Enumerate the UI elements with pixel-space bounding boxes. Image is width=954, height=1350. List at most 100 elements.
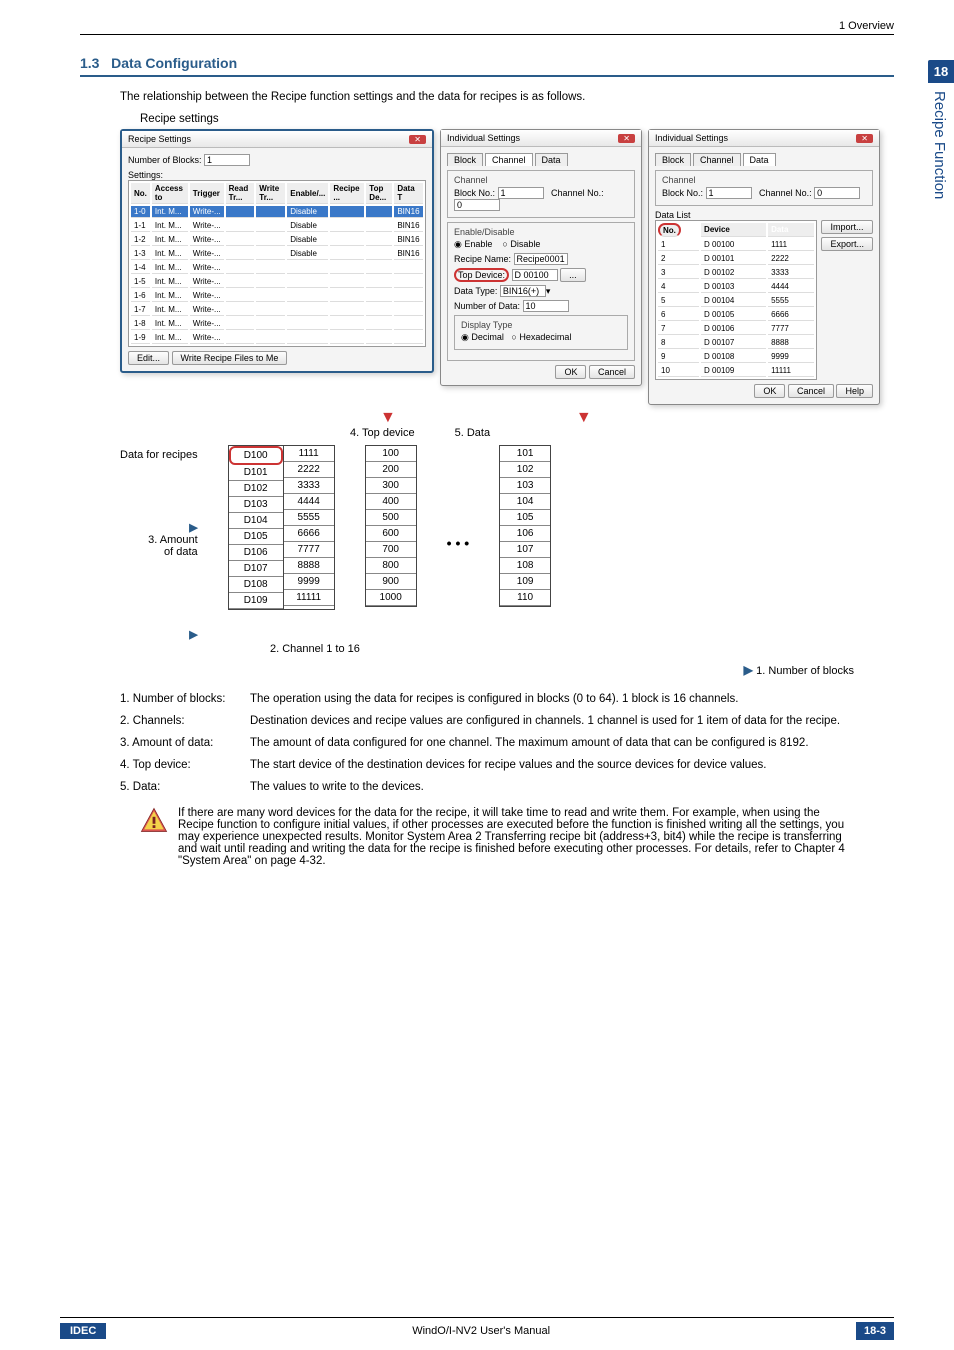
definition-row: 3. Amount of data:The amount of data con… — [120, 737, 894, 749]
help-button[interactable]: Help — [836, 384, 873, 398]
definition-desc: The values to write to the devices. — [250, 781, 894, 793]
data-cell: 110 — [500, 590, 550, 606]
close-icon[interactable]: ✕ — [856, 134, 873, 143]
chno-label: Channel No.: — [759, 188, 812, 198]
data-cell: 500 — [366, 510, 416, 526]
cancel-button[interactable]: Cancel — [589, 365, 635, 379]
settings-table[interactable]: No.Access toTriggerRead Tr...Write Tr...… — [128, 180, 426, 347]
table-row[interactable]: 1-5Int. M...Write-... — [131, 276, 423, 288]
table-row[interactable]: 3D 001023333 — [658, 267, 814, 279]
note-box: If there are many word devices for the d… — [140, 807, 854, 867]
data-cell: 105 — [500, 510, 550, 526]
note-text: If there are many word devices for the d… — [178, 807, 854, 867]
numdata-input[interactable]: 10 — [523, 300, 569, 312]
data-cell: 103 — [500, 478, 550, 494]
table-row[interactable]: 1-6Int. M...Write-... — [131, 290, 423, 302]
blockno-label: Block No.: — [454, 188, 495, 198]
datatype-select[interactable]: BIN16(+) — [500, 285, 546, 297]
data-cell: 11111 — [284, 590, 334, 606]
chno-input[interactable]: 0 — [454, 199, 500, 211]
hex-radio[interactable]: ○ Hexadecimal — [511, 332, 571, 342]
import-button[interactable]: Import... — [821, 220, 873, 234]
channel-column-3: 101102103104105106107108109110 — [499, 445, 551, 607]
ok-button[interactable]: OK — [754, 384, 785, 398]
tab-block[interactable]: Block — [655, 153, 691, 166]
annot-topdevice: 4. Top device — [350, 427, 415, 439]
table-row[interactable]: 5D 001045555 — [658, 295, 814, 307]
data-cell: 800 — [366, 558, 416, 574]
table-row[interactable]: 1-0Int. M...Write-...DisableBIN16 — [131, 206, 423, 218]
table-row[interactable]: 7D 001067777 — [658, 323, 814, 335]
settings-label: Settings: — [128, 170, 426, 180]
table-row[interactable]: 6D 001056666 — [658, 309, 814, 321]
recipename-label: Recipe Name: — [454, 254, 511, 264]
disable-radio[interactable]: ○ Disable — [502, 239, 540, 249]
enable-radio[interactable]: ◉ Enable — [454, 239, 492, 249]
hex-label: Hexadecimal — [519, 332, 571, 342]
tab-block[interactable]: Block — [447, 153, 483, 166]
table-row[interactable]: 1-1Int. M...Write-...DisableBIN16 — [131, 220, 423, 232]
data-cell: D103 — [229, 497, 283, 513]
channel-column-2: 1002003004005006007008009001000 — [365, 445, 417, 607]
topdevice-input[interactable]: D 00100 — [512, 269, 558, 281]
arrow-icon: ▼ — [380, 409, 396, 427]
data-cell: D105 — [229, 529, 283, 545]
col-header: Read Tr... — [226, 183, 255, 204]
data-cell: 107 — [500, 542, 550, 558]
table-row[interactable]: 4D 001034444 — [658, 281, 814, 293]
table-row[interactable]: 1-9Int. M...Write-... — [131, 332, 423, 344]
chapter-badge: 18 — [928, 60, 954, 83]
recipename-input[interactable]: Recipe0001 — [514, 253, 568, 265]
data-cell: 100 — [366, 446, 416, 462]
dialog-individual-channel: Individual Settings ✕ Block Channel Data… — [440, 129, 642, 386]
ok-button[interactable]: OK — [555, 365, 586, 379]
arrow-icon: ▼ — [576, 409, 592, 427]
section-title: 1.3 Data Configuration — [80, 55, 894, 77]
definition-row: 1. Number of blocks:The operation using … — [120, 693, 894, 705]
data-cell: D108 — [229, 577, 283, 593]
blockno-input[interactable]: 1 — [498, 187, 544, 199]
data-blocks: Data for recipes ▶ 3. Amount of data ▶ D… — [120, 445, 894, 641]
amount-arrow: ▶ — [120, 521, 198, 534]
data-cell: 8888 — [284, 558, 334, 574]
browse-button[interactable]: ... — [560, 268, 586, 282]
write-files-button[interactable]: Write Recipe Files to Me — [172, 351, 288, 365]
table-row[interactable]: 8D 001078888 — [658, 337, 814, 349]
col-header: Write Tr... — [256, 183, 285, 204]
tab-channel[interactable]: Channel — [693, 153, 741, 166]
num-blocks-input[interactable]: 1 — [204, 154, 250, 166]
table-row[interactable]: 1-7Int. M...Write-... — [131, 304, 423, 316]
table-row[interactable]: 9D 001089999 — [658, 351, 814, 363]
export-button[interactable]: Export... — [821, 237, 873, 251]
col-header: Recipe ... — [330, 183, 364, 204]
data-cell: 6666 — [284, 526, 334, 542]
tab-data[interactable]: Data — [535, 153, 568, 166]
cancel-button[interactable]: Cancel — [788, 384, 834, 398]
chno-input[interactable]: 0 — [814, 187, 860, 199]
col-device: Device — [701, 223, 766, 237]
definition-row: 4. Top device:The start device of the de… — [120, 759, 894, 771]
table-row[interactable]: 1-4Int. M...Write-... — [131, 262, 423, 274]
tab-data[interactable]: Data — [743, 153, 776, 166]
blockno-input[interactable]: 1 — [706, 187, 752, 199]
data-cell: D100 — [229, 446, 283, 465]
channel-label: 2. Channel 1 to 16 — [270, 643, 894, 655]
table-row[interactable]: 1-8Int. M...Write-... — [131, 318, 423, 330]
data-cell: 5555 — [284, 510, 334, 526]
table-row[interactable]: 10D 0010911111 — [658, 365, 814, 377]
definition-desc: The start device of the destination devi… — [250, 759, 894, 771]
table-row[interactable]: 1-2Int. M...Write-...DisableBIN16 — [131, 234, 423, 246]
close-icon[interactable]: ✕ — [409, 135, 426, 144]
channel-group: Channel — [454, 175, 628, 185]
edit-button[interactable]: Edit... — [128, 351, 169, 365]
table-row[interactable]: 1-3Int. M...Write-...DisableBIN16 — [131, 248, 423, 260]
tab-channel[interactable]: Channel — [485, 153, 533, 166]
decimal-radio[interactable]: ◉ Decimal — [461, 332, 504, 342]
col-header: Enable/... — [287, 183, 328, 204]
table-row[interactable]: 1D 001001111 — [658, 239, 814, 251]
data-list-table[interactable]: No. Device Data 1D 0010011112D 001012222… — [655, 220, 817, 380]
close-icon[interactable]: ✕ — [618, 134, 635, 143]
data-cell: 4444 — [284, 494, 334, 510]
data-cell: D101 — [229, 465, 283, 481]
table-row[interactable]: 2D 001012222 — [658, 253, 814, 265]
